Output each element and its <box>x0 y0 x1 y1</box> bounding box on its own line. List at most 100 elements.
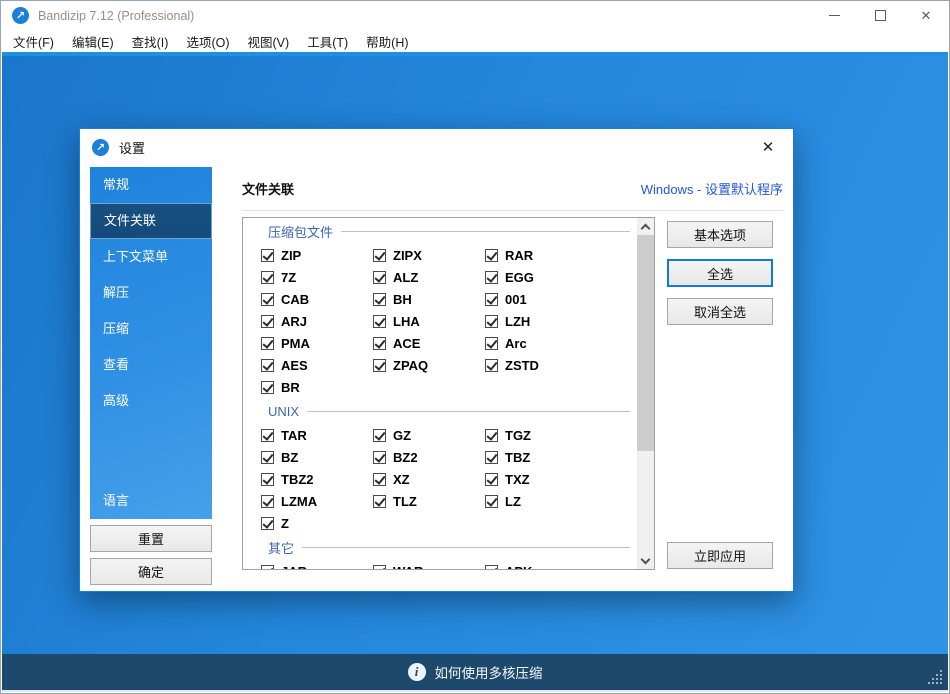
format-checkbox-txz[interactable]: TXZ <box>485 472 637 487</box>
deselect-all-button[interactable]: 取消全选 <box>667 298 773 325</box>
format-checkbox-pma[interactable]: PMA <box>261 336 373 351</box>
checkbox-icon <box>261 565 274 571</box>
statusbar-link[interactable]: 如何使用多核压缩 <box>435 662 543 682</box>
sidebar-item[interactable]: 压缩 <box>90 311 212 347</box>
format-checkbox-tgz[interactable]: TGZ <box>485 428 637 443</box>
checkbox-label: 001 <box>505 292 527 307</box>
format-checkbox-lzma[interactable]: LZMA <box>261 494 373 509</box>
format-checkbox-ace[interactable]: ACE <box>373 336 485 351</box>
menu-item[interactable]: 工具(T) <box>298 30 357 53</box>
format-checkbox-bz[interactable]: BZ <box>261 450 373 465</box>
sidebar-item[interactable]: 高级 <box>90 383 212 419</box>
format-checkbox-br[interactable]: BR <box>261 380 373 395</box>
format-checkbox-arj[interactable]: ARJ <box>261 314 373 329</box>
apply-now-button[interactable]: 立即应用 <box>667 542 773 569</box>
format-checkbox-zpaq[interactable]: ZPAQ <box>373 358 485 373</box>
format-checkbox-tar[interactable]: TAR <box>261 428 373 443</box>
basic-options-button[interactable]: 基本选项 <box>667 221 773 248</box>
format-checkbox-001[interactable]: 001 <box>485 292 637 307</box>
checkbox-row: ZIPZIPX RAR <box>243 244 637 266</box>
dialog-close-button[interactable]: ✕ <box>753 138 783 156</box>
checkbox-label: LZH <box>505 314 530 329</box>
checkbox-icon <box>485 495 498 508</box>
checkbox-icon <box>261 451 274 464</box>
windows-default-programs-link[interactable]: Windows - 设置默认程序 <box>641 179 783 198</box>
status-bar: i 如何使用多核压缩 <box>2 654 948 690</box>
scroll-down-icon[interactable] <box>637 552 654 569</box>
reset-button[interactable]: 重置 <box>90 525 212 552</box>
resize-grip-icon[interactable] <box>940 682 942 684</box>
format-checkbox-zstd[interactable]: ZSTD <box>485 358 637 373</box>
checkbox-row: LZMA TLZ LZ <box>243 490 637 512</box>
checkbox-label: TLZ <box>393 494 417 509</box>
menu-item[interactable]: 文件(F) <box>4 30 63 53</box>
format-checkbox-cab[interactable]: CAB <box>261 292 373 307</box>
checkbox-icon <box>485 337 498 350</box>
format-checkbox-alz[interactable]: ALZ <box>373 270 485 285</box>
checkbox-label: ALZ <box>393 270 418 285</box>
format-checkbox-z[interactable]: Z <box>261 516 373 531</box>
format-checkbox-aes[interactable]: AES <box>261 358 373 373</box>
format-checkbox-tbz2[interactable]: TBZ2 <box>261 472 373 487</box>
checkbox-label: AES <box>281 358 308 373</box>
page-title: 文件关联 <box>242 179 294 198</box>
format-checkbox-lzh[interactable]: LZH <box>485 314 637 329</box>
maximize-button[interactable] <box>857 1 903 30</box>
checkbox-label: WAR <box>393 564 423 571</box>
checkbox-label: RAR <box>505 248 533 263</box>
menu-item[interactable]: 视图(V) <box>239 30 299 53</box>
bandizip-logo-icon: ↗ <box>92 139 109 156</box>
format-checkbox-jar[interactable]: JAR <box>261 564 373 571</box>
format-checkbox-lz[interactable]: LZ <box>485 494 637 509</box>
group-divider-line <box>302 547 630 548</box>
vertical-scrollbar[interactable] <box>637 218 654 569</box>
format-checkbox-egg[interactable]: EGG <box>485 270 637 285</box>
sidebar-item[interactable]: 常规 <box>90 167 212 203</box>
checkbox-label: APK <box>505 564 532 571</box>
menu-bar: 文件(F)编辑(E)查找(I)选项(O)视图(V)工具(T)帮助(H) <box>1 30 949 52</box>
format-checkbox-7z[interactable]: 7Z <box>261 270 373 285</box>
group-divider-line <box>307 411 630 412</box>
format-checkbox-arc[interactable]: Arc <box>485 336 637 351</box>
close-button[interactable]: ✕ <box>903 1 949 30</box>
select-all-button[interactable]: 全选 <box>667 259 773 287</box>
sidebar-item[interactable]: 上下文菜单 <box>90 239 212 275</box>
checkbox-icon <box>485 249 498 262</box>
scroll-up-icon[interactable] <box>637 218 654 235</box>
ok-button[interactable]: 确定 <box>90 558 212 585</box>
checkbox-row: JAR WAR APK <box>243 560 637 570</box>
format-checkbox-zip[interactable]: ZIP <box>261 248 373 263</box>
menu-item[interactable]: 编辑(E) <box>63 30 123 53</box>
format-checkbox-tlz[interactable]: TLZ <box>373 494 485 509</box>
format-checkbox-tbz[interactable]: TBZ <box>485 450 637 465</box>
format-checkbox-rar[interactable]: RAR <box>485 248 637 263</box>
checkbox-icon <box>485 429 498 442</box>
menu-item[interactable]: 帮助(H) <box>357 30 417 53</box>
format-checkbox-xz[interactable]: XZ <box>373 472 485 487</box>
sidebar-item[interactable]: 查看 <box>90 347 212 383</box>
window-title: Bandizip 7.12 (Professional) <box>38 9 194 23</box>
scrollbar-thumb[interactable] <box>637 235 654 451</box>
checkbox-row: ARJLHA LZH <box>243 310 637 332</box>
checkbox-icon <box>261 429 274 442</box>
window-titlebar: ↗ Bandizip 7.12 (Professional) ✕ <box>1 1 949 30</box>
format-checkbox-lha[interactable]: LHA <box>373 314 485 329</box>
format-checkbox-zipx[interactable]: ZIPX <box>373 248 485 263</box>
sidebar-item[interactable]: 语言 <box>90 483 212 519</box>
group-label: UNIX <box>243 398 637 424</box>
window-controls: ✕ <box>811 1 949 30</box>
format-checkbox-war[interactable]: WAR <box>373 564 485 571</box>
minimize-button[interactable] <box>811 1 857 30</box>
format-checkbox-bh[interactable]: BH <box>373 292 485 307</box>
sidebar-item[interactable]: 文件关联 <box>90 203 212 239</box>
sidebar-item[interactable]: 解压 <box>90 275 212 311</box>
checkbox-label: Z <box>281 516 289 531</box>
checkbox-label: CAB <box>281 292 309 307</box>
format-checkbox-gz[interactable]: GZ <box>373 428 485 443</box>
checkbox-icon <box>373 271 386 284</box>
menu-item[interactable]: 查找(I) <box>123 30 178 53</box>
menu-item[interactable]: 选项(O) <box>177 30 238 53</box>
checkbox-label: XZ <box>393 472 410 487</box>
format-checkbox-bz2[interactable]: BZ2 <box>373 450 485 465</box>
format-checkbox-apk[interactable]: APK <box>485 564 637 571</box>
